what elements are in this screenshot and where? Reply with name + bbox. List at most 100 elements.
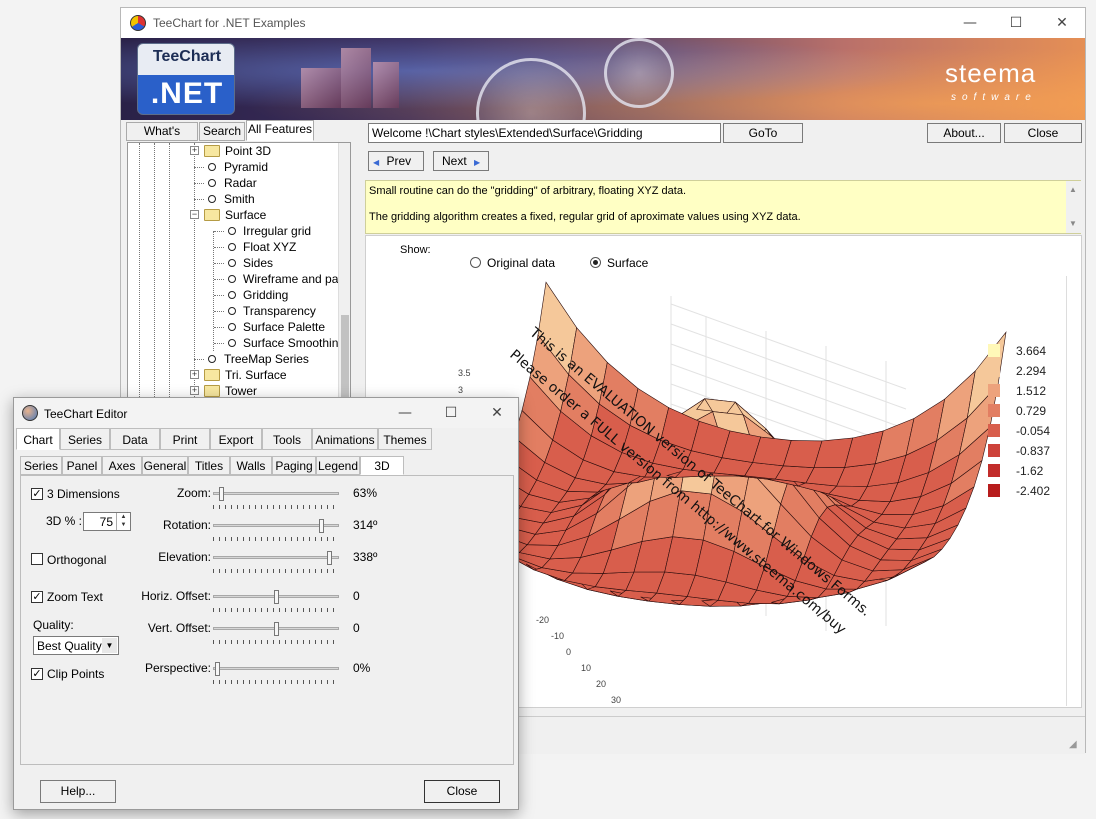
editor-tab-chart[interactable]: Chart [16,428,60,450]
editor-minimize-icon[interactable]: — [382,398,428,428]
tree-item-label[interactable]: Tri. Surface [225,367,287,383]
editor-maximize-icon[interactable]: ☐ [428,398,474,428]
collapse-icon[interactable]: − [190,210,199,219]
tree-item[interactable]: Radar [128,175,336,191]
tree-scrollbar[interactable] [338,143,350,397]
expand-icon[interactable]: + [190,370,199,379]
editor-subtab-general[interactable]: General [142,456,188,475]
editor-tab-data[interactable]: Data [110,428,160,450]
slider-thumb[interactable] [326,551,332,565]
scroll-up-icon[interactable]: ▲ [1069,185,1077,194]
clip-points-label[interactable]: Clip Points [47,667,104,681]
zoom-text-checkbox[interactable]: ✓ [31,591,43,603]
tree-item-label[interactable]: Surface Smoothing [243,335,345,351]
help-button[interactable]: Help... [40,780,116,803]
slider-thumb[interactable] [219,487,225,501]
prev-button[interactable]: ◀ Prev [368,151,424,171]
tree-item-label[interactable]: Pyramid [224,159,268,175]
description-scrollbar[interactable]: ▲ ▼ [1066,181,1081,233]
tab-all-features[interactable]: All Features [246,120,314,141]
tree-item-label[interactable]: Sides [243,255,273,271]
editor-subtab-legend[interactable]: Legend [316,456,360,475]
tree-item-label[interactable]: TreeMap Series [224,351,309,367]
tree-item-label[interactable]: Float XYZ [243,239,296,255]
editor-subtab-walls[interactable]: Walls [230,456,272,475]
expand-icon[interactable]: + [190,386,199,395]
resize-grip-icon[interactable]: ◢ [1069,739,1077,750]
tree-item-label[interactable]: Irregular grid [243,223,311,239]
editor-subtab-paging[interactable]: Paging [272,456,316,475]
about-button[interactable]: About... [927,123,1001,143]
quality-value[interactable]: Best Quality [37,639,102,653]
goto-button[interactable]: GoTo [723,123,803,143]
editor-tab-export[interactable]: Export [210,428,262,450]
editor-tab-series[interactable]: Series [60,428,110,450]
tree-item-label[interactable]: Tower [225,383,257,397]
editor-close-button[interactable]: Close [424,780,500,803]
editor-tab-print[interactable]: Print [160,428,210,450]
editor-close-icon[interactable]: ✕ [474,398,520,428]
tree-item[interactable]: Float XYZ [128,239,336,255]
tree-item-label[interactable]: Transparency [243,303,316,319]
tree-item[interactable]: + Tri. Surface [128,367,336,383]
maximize-icon[interactable]: ☐ [993,8,1039,38]
slider-thumb[interactable] [215,662,221,676]
tab-search[interactable]: Search [199,122,245,141]
editor-subtab-panel[interactable]: Panel [62,456,102,475]
tree-item-label[interactable]: Surface [225,207,266,223]
editor-subtab-axes[interactable]: Axes [102,456,142,475]
minimize-icon[interactable]: — [947,8,993,38]
tree-item[interactable]: Transparency [128,303,336,319]
address-field[interactable]: Welcome !\Chart styles\Extended\Surface\… [368,123,721,143]
tree-item[interactable]: Surface Palette [128,319,336,335]
expand-icon[interactable]: + [190,146,199,155]
tree-item-label[interactable]: Point 3D [225,143,271,159]
feature-tree[interactable]: + Point 3D Pyramid Radar Smith − Surface Irregu… [127,142,351,398]
slider-track[interactable] [213,556,339,559]
editor-subtab-series[interactable]: Series [20,456,62,475]
editor-titlebar[interactable]: TeeChart Editor — ☐ ✕ [14,398,518,428]
tree-item[interactable]: Sides [128,255,336,271]
editor-tab-themes[interactable]: Themes [378,428,432,450]
tree-item[interactable]: Pyramid [128,159,336,175]
dimensions-label[interactable]: 3 Dimensions [47,487,120,501]
percent-value[interactable]: 75 [100,515,113,529]
close-icon[interactable]: ✕ [1039,8,1085,38]
tree-item[interactable]: Wireframe and palet [128,271,350,287]
editor-tab-tools[interactable]: Tools [262,428,312,450]
tree-item[interactable]: TreeMap Series [128,351,336,367]
tree-item-label[interactable]: Surface Palette [243,319,325,335]
slider-thumb[interactable] [273,622,279,636]
clip-points-checkbox[interactable]: ✓ [31,668,43,680]
tree-item[interactable]: Smith [128,191,336,207]
tree-item[interactable]: + Tower [128,383,336,397]
tree-item-label[interactable]: Radar [224,175,257,191]
tree-item[interactable]: Irregular grid [128,223,336,239]
tree-scrollbar-thumb[interactable] [341,315,349,397]
quality-select[interactable]: Best Quality ▼ [33,636,119,655]
editor-subtab-titles[interactable]: Titles [188,456,230,475]
orthogonal-checkbox[interactable] [31,553,43,565]
tree-item[interactable]: Gridding [128,287,336,303]
tree-item[interactable]: − Surface [128,207,336,223]
orthogonal-label[interactable]: Orthogonal [47,553,106,567]
tree-item[interactable]: + Point 3D [128,143,336,159]
tree-item-label[interactable]: Gridding [243,287,288,303]
editor-tab-animations[interactable]: Animations [312,428,378,450]
tree-item-label[interactable]: Smith [224,191,255,207]
slider-track[interactable] [213,492,339,495]
chevron-down-icon[interactable]: ▼ [102,638,117,653]
tree-item[interactable]: Surface Smoothing [128,335,345,351]
next-button[interactable]: Next ▶ [433,151,489,171]
slider-thumb[interactable] [319,519,325,533]
slider-thumb[interactable] [273,590,279,604]
main-titlebar[interactable]: TeeChart for .NET Examples — ☐ ✕ [121,8,1085,38]
close-button[interactable]: Close [1004,123,1082,143]
scroll-down-icon[interactable]: ▼ [1069,219,1077,228]
dimensions-checkbox[interactable]: ✓ [31,488,43,500]
tree-item-label[interactable]: Wireframe and palet [243,271,350,287]
tab-whats-new[interactable]: What's New? [126,122,198,155]
slider-track[interactable] [213,667,339,670]
zoom-text-label[interactable]: Zoom Text [47,590,103,604]
editor-subtab-3d[interactable]: 3D [360,456,404,475]
